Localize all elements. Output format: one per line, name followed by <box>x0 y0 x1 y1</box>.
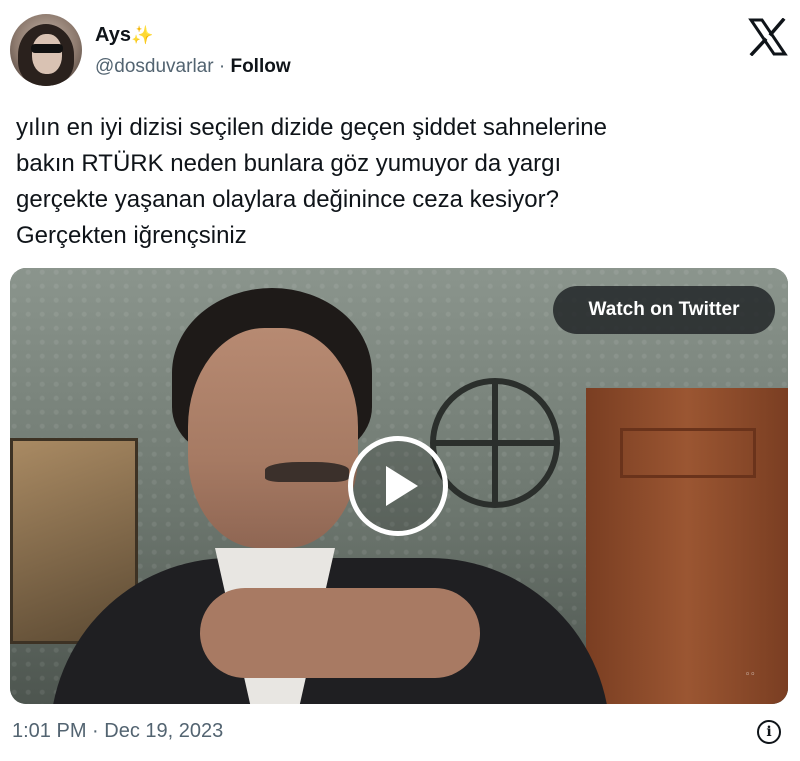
wall-clock <box>430 378 560 508</box>
sparkle-icon: ✨ <box>130 25 154 45</box>
man-mustache <box>265 462 349 482</box>
door-panel <box>620 428 756 478</box>
info-icon[interactable]: i <box>757 720 781 744</box>
author-handle-row: @dosduvarlar · Follow <box>95 56 291 78</box>
tweet-timestamp[interactable]: 1:01 PM · Dec 19, 2023 <box>12 720 223 743</box>
author-display-name[interactable]: Ays✨ <box>95 24 153 47</box>
play-icon <box>386 466 418 506</box>
author-avatar[interactable] <box>10 14 82 86</box>
play-button[interactable] <box>348 436 448 536</box>
man-face <box>188 328 358 548</box>
tweet-text: yılın en iyi dizisi seçilen dizide geçen… <box>16 114 607 249</box>
follow-button[interactable]: Follow <box>230 56 290 77</box>
avatar-sunglasses <box>31 44 63 53</box>
x-logo-icon[interactable] <box>748 18 788 56</box>
watch-on-twitter-button[interactable]: Watch on Twitter <box>553 286 775 334</box>
man-hands <box>200 588 480 678</box>
video-media[interactable]: Watch on Twitter ◦◦ <box>10 268 788 704</box>
author-handle[interactable]: @dosduvarlar <box>95 56 214 77</box>
wooden-door <box>586 388 788 704</box>
author-name-text: Ays <box>95 24 131 46</box>
handle-separator: · <box>213 56 231 77</box>
watch-on-twitter-label: Watch on Twitter <box>588 299 740 320</box>
video-watermark: ◦◦ <box>745 670 756 680</box>
avatar-face <box>32 34 62 74</box>
